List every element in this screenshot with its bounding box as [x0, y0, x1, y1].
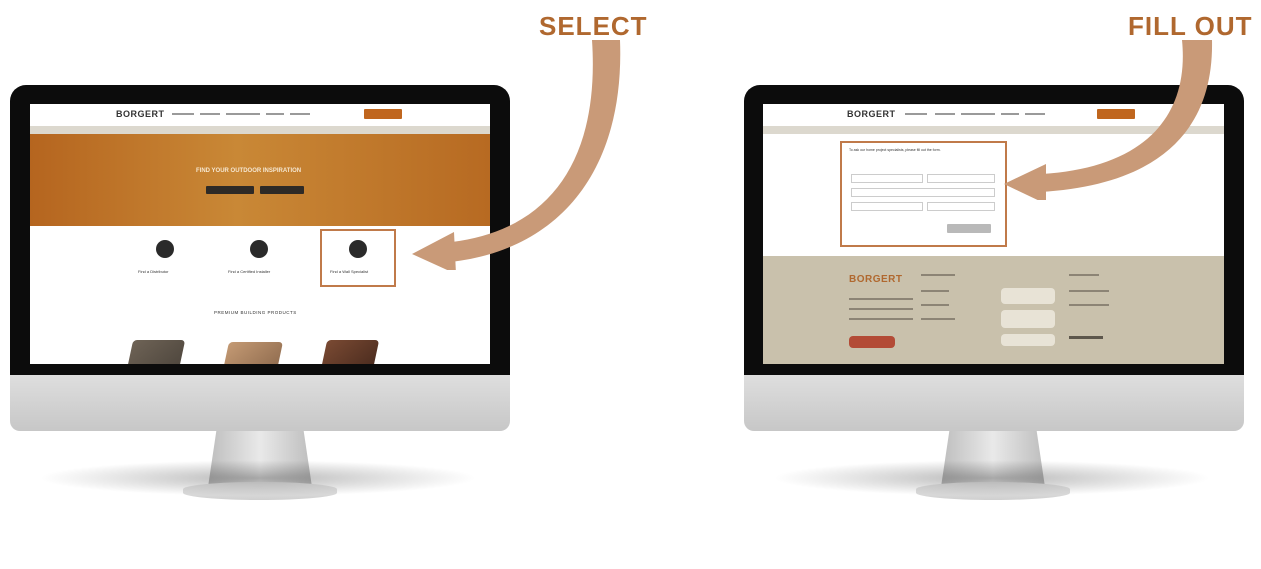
partner-logo [1001, 288, 1055, 304]
footer-link[interactable] [921, 290, 949, 292]
footer-badge [849, 336, 895, 348]
hero-button[interactable] [260, 186, 304, 194]
installer-icon[interactable] [250, 240, 268, 258]
product-image[interactable] [320, 340, 380, 364]
footer-text [849, 318, 913, 320]
option-label[interactable]: Find a Distributor [138, 269, 168, 274]
nav-link[interactable] [961, 113, 995, 115]
footer-text [849, 298, 913, 300]
option-label[interactable]: Find a Certified Installer [228, 269, 270, 274]
nav-link[interactable] [290, 113, 310, 115]
select-callout: SELECT [539, 11, 648, 41]
footer-link[interactable] [921, 318, 955, 320]
fill-out-arrow [1004, 40, 1213, 200]
nav-link[interactable] [266, 113, 284, 115]
form-highlight [840, 141, 1007, 247]
nav-cta-button[interactable] [364, 109, 402, 119]
right-monitor-chin [744, 375, 1244, 431]
site-footer: BORGERT [763, 256, 1224, 364]
nav-link[interactable] [200, 113, 220, 115]
hero-button[interactable] [206, 186, 254, 194]
footer-link[interactable] [1069, 274, 1099, 276]
product-image[interactable] [126, 340, 186, 364]
site-logo[interactable]: BORGERT [116, 109, 165, 119]
map-icon[interactable] [156, 240, 174, 258]
nav-link[interactable] [905, 113, 927, 115]
footer-link[interactable] [1069, 304, 1109, 306]
partner-logo [1001, 310, 1055, 328]
fill-out-callout: FILL OUT [1128, 11, 1253, 41]
right-monitor-shadow [772, 460, 1212, 496]
product-image[interactable] [223, 342, 283, 364]
nav-link[interactable] [935, 113, 955, 115]
selected-option-highlight [320, 229, 396, 287]
footer-text [849, 308, 913, 310]
select-arrow [412, 40, 621, 270]
footer-logo: BORGERT [849, 274, 903, 285]
footer-link[interactable] [921, 304, 949, 306]
products-heading: PREMIUM BUILDING PRODUCTS [214, 310, 297, 315]
footer-link[interactable] [921, 274, 955, 276]
partner-logo [1001, 334, 1055, 346]
left-monitor-chin [10, 375, 510, 431]
left-monitor-shadow [38, 460, 478, 496]
social-icons[interactable] [1069, 336, 1103, 339]
hero-title: FIND YOUR OUTDOOR INSPIRATION [196, 168, 302, 174]
footer-link[interactable] [1069, 290, 1109, 292]
nav-link[interactable] [172, 113, 194, 115]
site-logo[interactable]: BORGERT [847, 109, 896, 119]
nav-link[interactable] [226, 113, 260, 115]
